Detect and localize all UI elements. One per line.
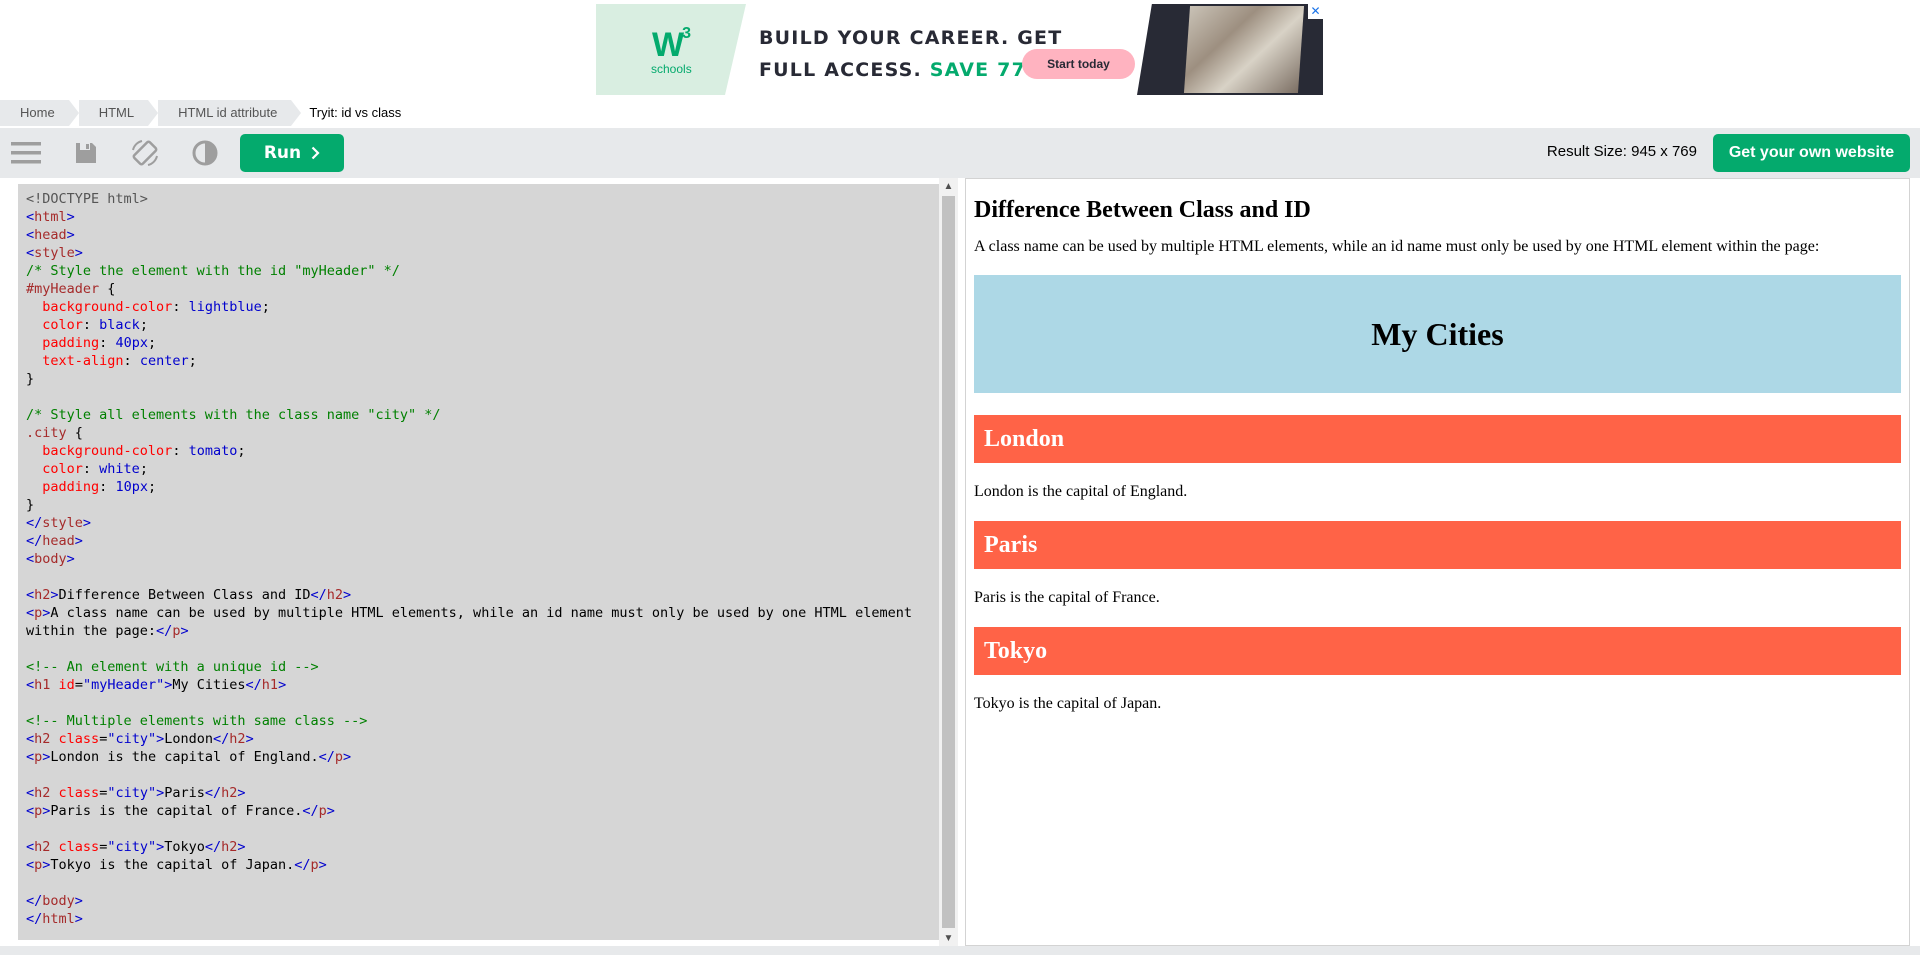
breadcrumb-item-html[interactable]: HTML: [78, 100, 159, 126]
get-your-own-website-button[interactable]: Get your own website: [1713, 134, 1910, 172]
city-heading-paris: Paris: [974, 521, 1901, 569]
menu-icon[interactable]: [11, 138, 41, 168]
breadcrumb-current: Tryit: id vs class: [309, 105, 402, 120]
ad-photo: [1183, 6, 1305, 93]
city-text-tokyo: Tokyo is the capital of Japan.: [974, 695, 1162, 712]
save-icon[interactable]: [71, 138, 101, 168]
scrollbar-thumb[interactable]: [942, 196, 955, 928]
rotate-icon[interactable]: [130, 138, 160, 168]
breadcrumb: Home HTML HTML id attribute Tryit: id vs…: [0, 100, 401, 126]
result-size-label: Result Size: 945 x 769: [1546, 143, 1697, 160]
ad-logo-text: schools: [651, 62, 692, 76]
ad-banner[interactable]: W3 schools BUILD YOUR CAREER. GET FULL A…: [596, 4, 1323, 95]
city-heading-tokyo: Tokyo: [974, 627, 1901, 675]
breadcrumb-item-home[interactable]: Home: [0, 100, 79, 126]
run-label: Run: [263, 143, 302, 163]
my-cities-header: My Cities: [974, 275, 1901, 393]
toolbar: Run Result Size: 945 x 769 Get your own …: [0, 128, 1920, 178]
run-button[interactable]: Run: [240, 134, 344, 172]
w3schools-logo: W3: [652, 24, 691, 64]
scroll-down-arrow-icon[interactable]: ▼: [939, 930, 958, 946]
city-text-paris: Paris is the capital of France.: [974, 589, 1160, 606]
scroll-up-arrow-icon[interactable]: ▲: [939, 178, 958, 194]
ad-logo-area: W3 schools: [596, 4, 746, 95]
result-title: Difference Between Class and ID: [974, 197, 1311, 223]
code-editor-panel: <!DOCTYPE html> <html> <head> <style> /*…: [10, 178, 958, 946]
code-editor[interactable]: <!DOCTYPE html> <html> <head> <style> /*…: [18, 184, 940, 940]
contrast-icon[interactable]: [190, 138, 220, 168]
ad-close-icon[interactable]: ✕: [1308, 4, 1323, 19]
ad-photo-frame: [1137, 4, 1323, 95]
ad-headline-line1: BUILD YOUR CAREER. GET: [759, 27, 1063, 49]
code-scrollbar[interactable]: ▲ ▼: [939, 178, 958, 946]
result-panel: Difference Between Class and ID A class …: [965, 178, 1910, 946]
bottom-strip: [0, 946, 1920, 955]
breadcrumb-item-html-id-attribute[interactable]: HTML id attribute: [158, 100, 302, 126]
city-heading-london: London: [974, 415, 1901, 463]
ad-headline-line2: FULL ACCESS. SAVE 770$: [759, 59, 1055, 81]
city-text-london: London is the capital of England.: [974, 483, 1188, 500]
ad-start-today-button[interactable]: Start today: [1022, 49, 1135, 79]
ad-headline: BUILD YOUR CAREER. GET FULL ACCESS. SAVE…: [759, 22, 1062, 86]
result-intro: A class name can be used by multiple HTM…: [974, 238, 1820, 255]
chevron-right-icon: [311, 146, 320, 160]
